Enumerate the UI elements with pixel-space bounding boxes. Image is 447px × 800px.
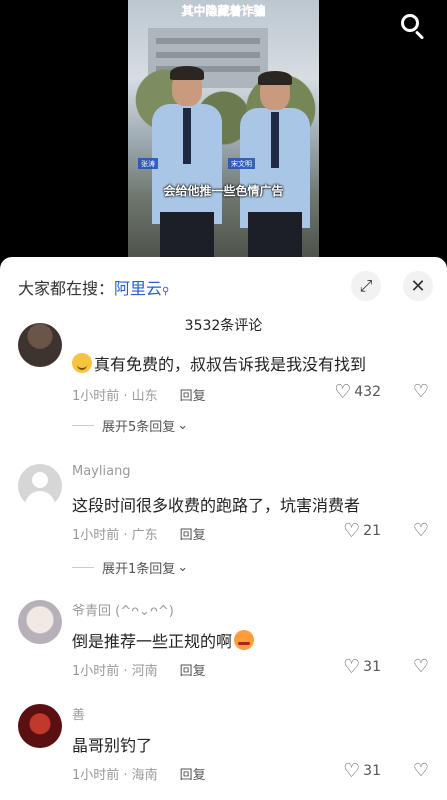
officer-left — [148, 42, 226, 262]
chevron-down-icon: ⌄ — [177, 418, 189, 433]
expand-icon[interactable]: ⤢ — [351, 271, 381, 301]
video-title-caption: 其中隐藏着诈骗 — [181, 4, 266, 18]
trending-search[interactable]: 大家都在搜：阿里云⚲ — [18, 275, 169, 299]
heart-icon: ♡ — [343, 760, 361, 782]
comment-count: 3532条评论 — [184, 318, 263, 334]
search-icon[interactable] — [399, 12, 429, 42]
heart-icon: ♡ — [343, 520, 361, 542]
comment-meta: 1小时前 · 山东 回复 — [72, 389, 206, 404]
video-player[interactable]: 其中隐藏着诈骗 张涛 宋文明 会给他推一些色情广告 — [0, 0, 447, 262]
avatar[interactable] — [18, 323, 62, 367]
heart-icon: ♡ — [343, 656, 361, 678]
like-button[interactable]: ♡ 31 — [343, 656, 381, 678]
search-mini-icon: ⚲ — [162, 286, 170, 297]
heart-icon: ♡ — [334, 381, 352, 403]
dislike-icon[interactable]: ♡ — [413, 760, 429, 781]
smile-emoji-icon — [72, 353, 92, 373]
comment-text: 这段时间很多收费的跑路了，坑害消费者 — [72, 496, 361, 515]
comment-meta: 1小时前 · 河南 回复 — [72, 664, 206, 679]
comment-username[interactable]: 爷青回 (^ᴖ⌄ᴖ^) — [72, 600, 174, 619]
reply-button[interactable]: 回复 — [180, 768, 206, 783]
comment-username[interactable]: 善 — [72, 704, 85, 723]
name-tag-left: 张涛 — [138, 158, 158, 169]
comment-meta: 1小时前 · 广东 回复 — [72, 528, 206, 543]
dislike-icon[interactable]: ♡ — [413, 381, 429, 402]
name-tag-right: 宋文明 — [228, 158, 255, 169]
avatar[interactable] — [18, 464, 62, 508]
trending-search-keyword[interactable]: 阿里云 — [114, 279, 162, 298]
comments-panel: 大家都在搜：阿里云⚲ ⤢ ✕ 3532条评论 真有免费的，叔叔告诉我是我没有找到… — [0, 257, 447, 800]
reply-button[interactable]: 回复 — [180, 528, 206, 543]
comment-text: 真有免费的，叔叔告诉我是我没有找到 — [72, 351, 366, 375]
comment-meta: 1小时前 · 海南 回复 — [72, 768, 206, 783]
comment-text: 倒是推荐一些正规的啊 — [72, 628, 255, 652]
expand-replies-button[interactable]: 展开5条回复 ⌄ — [72, 416, 188, 435]
video-frame[interactable]: 其中隐藏着诈骗 张涛 宋文明 会给他推一些色情广告 — [128, 0, 319, 262]
comment-text: 晶哥别钓了 — [72, 736, 153, 755]
trending-search-prefix: 大家都在搜： — [18, 279, 115, 298]
dislike-icon[interactable]: ♡ — [413, 656, 429, 677]
comment-username[interactable]: Mayliang — [72, 464, 131, 479]
laughing-emoji-icon — [234, 630, 255, 650]
dislike-icon[interactable]: ♡ — [413, 520, 429, 541]
close-icon[interactable]: ✕ — [403, 271, 433, 301]
reply-button[interactable]: 回复 — [180, 389, 206, 404]
like-button[interactable]: ♡ 31 — [343, 760, 381, 782]
avatar[interactable] — [18, 600, 62, 644]
video-subtitle: 会给他推一些色情广告 — [163, 184, 284, 198]
expand-replies-button[interactable]: 展开1条回复 ⌄ — [72, 558, 188, 577]
reply-button[interactable]: 回复 — [180, 664, 206, 679]
officer-right — [236, 50, 314, 262]
like-button[interactable]: ♡ 21 — [343, 520, 381, 542]
like-button[interactable]: ♡ 432 — [334, 381, 381, 403]
avatar[interactable] — [18, 704, 62, 748]
chevron-down-icon: ⌄ — [177, 560, 189, 575]
